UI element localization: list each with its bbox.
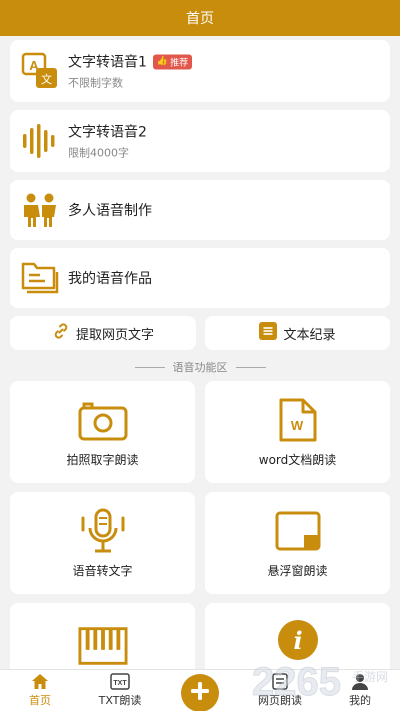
soundwave-icon xyxy=(18,119,62,163)
camera-icon xyxy=(78,397,128,443)
grid-speech-to-text[interactable]: 语音转文字 xyxy=(10,492,195,594)
tab-label: 首页 xyxy=(29,694,51,707)
word-document-icon: W xyxy=(273,397,323,443)
row-my-works[interactable]: 我的语音作品 xyxy=(10,248,390,308)
link-icon xyxy=(52,322,70,344)
row-multi-voice[interactable]: 多人语音制作 xyxy=(10,180,390,240)
home-icon xyxy=(31,672,49,690)
text-record-button[interactable]: 文本纪录 xyxy=(205,316,390,350)
row-title: 我的语音作品 xyxy=(68,271,152,287)
svg-text:文: 文 xyxy=(41,72,52,86)
folder-icon xyxy=(18,256,62,300)
row-title: 文字转语音2 xyxy=(68,124,147,141)
grid-label: 语音转文字 xyxy=(72,564,133,578)
svg-text:W: W xyxy=(290,418,303,433)
section-voice-functions: 语音功能区 xyxy=(0,358,400,376)
row-text-to-speech-2[interactable]: 文字转语音2 限制4000字 xyxy=(10,110,390,172)
text-record-label: 文本纪录 xyxy=(283,327,336,343)
add-button[interactable] xyxy=(181,674,219,711)
grid-label: word文档朗读 xyxy=(258,453,337,467)
piano-icon xyxy=(77,623,128,669)
svg-text:手游网: 手游网 xyxy=(352,670,388,684)
grid-label: 拍照取字朗读 xyxy=(66,453,139,467)
svg-text:2265: 2265 xyxy=(252,660,341,704)
divider xyxy=(235,366,266,368)
svg-text:i: i xyxy=(293,626,302,655)
row-text-to-speech-1[interactable]: A 文 文字转语音1 👍 推荐 不限制字数 xyxy=(10,40,390,102)
section-title: 语音功能区 xyxy=(172,361,228,374)
watermark-logo: 2265 手游网 xyxy=(250,655,398,705)
row-subtitle: 限制4000字 xyxy=(68,146,129,160)
microphone-icon xyxy=(78,508,128,554)
grid-floating-window-read[interactable]: 悬浮窗朗读 xyxy=(205,492,390,594)
tab-txt-read[interactable]: TXT TXT朗读 xyxy=(80,670,160,711)
plus-icon xyxy=(190,681,210,705)
text-to-speech-icon: A 文 xyxy=(18,49,62,93)
row-title: 多人语音制作 xyxy=(68,203,152,219)
txt-file-icon: TXT xyxy=(110,672,130,690)
extract-web-text-button[interactable]: 提取网页文字 xyxy=(10,316,196,350)
tab-label: TXT朗读 xyxy=(98,694,142,707)
grid-word-read[interactable]: W word文档朗读 xyxy=(205,381,390,483)
recommend-badge: 👍 推荐 xyxy=(152,54,193,69)
thumb-up-icon: 👍 xyxy=(156,56,169,67)
grid-photo-read[interactable]: 拍照取字朗读 xyxy=(10,381,195,483)
floating-window-icon xyxy=(273,508,323,554)
tab-home[interactable]: 首页 xyxy=(0,670,80,711)
row-subtitle: 不限制字数 xyxy=(68,76,123,90)
grid-label: 悬浮窗朗读 xyxy=(267,564,328,578)
divider xyxy=(134,366,165,368)
row-title: 文字转语音1 xyxy=(68,54,147,71)
svg-text:TXT: TXT xyxy=(113,680,127,687)
app-header: 首页 xyxy=(0,0,400,36)
people-icon xyxy=(18,188,62,232)
page-title: 首页 xyxy=(186,11,214,27)
list-icon xyxy=(259,322,278,344)
extract-web-text-label: 提取网页文字 xyxy=(75,327,154,343)
